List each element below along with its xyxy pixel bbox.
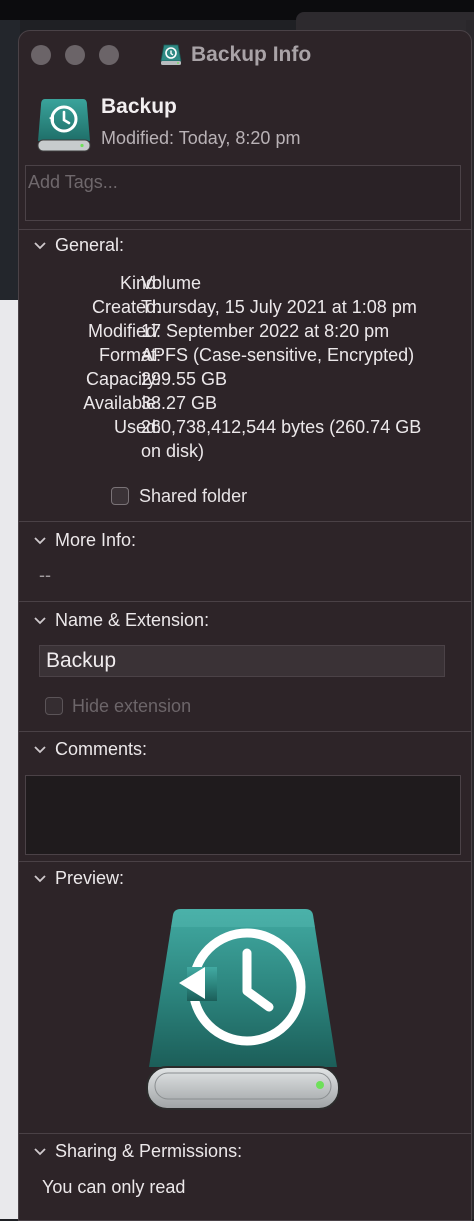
info-row-capacity: Capacity: 299.55 GB [19, 367, 471, 391]
time-machine-drive-icon [37, 99, 91, 152]
modified-summary: Modified: Today, 8:20 pm [101, 128, 301, 148]
preview-heading: Preview: [55, 868, 125, 888]
sharing-section-toggle[interactable]: Sharing & Permissions: [33, 1141, 242, 1162]
shared-folder-label: Shared folder [139, 486, 248, 506]
name-extension-heading: Name & Extension: [55, 610, 210, 630]
hide-extension-label: Hide extension [72, 696, 192, 716]
chevron-down-icon [34, 745, 46, 753]
section-divider [19, 601, 471, 602]
name-extension-section-toggle[interactable]: Name & Extension: [33, 610, 209, 631]
more-info-heading: More Info: [55, 530, 137, 550]
comments-field[interactable] [25, 775, 461, 855]
background-window-left [0, 20, 20, 300]
preview-section-toggle[interactable]: Preview: [33, 868, 124, 889]
zoom-button[interactable] [99, 45, 119, 65]
row-value: 38.27 GB [141, 393, 218, 413]
hide-extension-checkbox[interactable] [45, 697, 63, 715]
get-info-window: Backup Info Backup Modified: Today, 8:20… [18, 30, 472, 1221]
background-desktop-left [0, 300, 20, 1219]
close-button[interactable] [31, 45, 51, 65]
general-section-toggle[interactable]: General: [33, 235, 124, 256]
tags-field[interactable]: Add Tags... [25, 165, 461, 221]
window-title-text: Backup Info [191, 43, 312, 66]
info-row-created: Created: Thursday, 15 July 2021 at 1:08 … [19, 295, 471, 319]
row-value: APFS (Case-sensitive, Encrypted) [141, 345, 415, 365]
name-field[interactable] [39, 645, 445, 677]
section-divider [19, 1133, 471, 1134]
chevron-down-icon [34, 616, 46, 624]
comments-heading: Comments: [55, 739, 148, 759]
window-title: Backup Info [159, 41, 311, 69]
tags-placeholder: Add Tags... [28, 172, 118, 192]
more-info-section-toggle[interactable]: More Info: [33, 530, 136, 551]
info-row-format: Format: APFS (Case-sensitive, Encrypted) [19, 343, 471, 367]
time-machine-drive-icon [160, 44, 182, 65]
minimize-button[interactable] [65, 45, 85, 65]
row-value: 260,738,412,544 bytes (260.74 GB on disk… [141, 417, 422, 461]
row-value: 299.55 GB [141, 369, 228, 389]
info-row-used: Used: 260,738,412,544 bytes (260.74 GB o… [19, 415, 471, 463]
section-divider [19, 731, 471, 732]
title-bar[interactable]: Backup Info [19, 31, 471, 79]
section-divider [19, 229, 471, 230]
section-divider [19, 521, 471, 522]
chevron-down-icon [34, 1147, 46, 1155]
info-row-kind: Kind: Volume [19, 271, 471, 295]
more-info-value: -- [39, 565, 51, 585]
shared-folder-checkbox[interactable] [111, 487, 129, 505]
info-row-modified: Modified: 17 September 2022 at 8:20 pm [19, 319, 471, 343]
chevron-down-icon [34, 874, 46, 882]
sharing-heading: Sharing & Permissions: [55, 1141, 243, 1161]
permission-status: You can only read [42, 1177, 186, 1197]
info-row-available: Available: 38.27 GB [19, 391, 471, 415]
row-value: Thursday, 15 July 2021 at 1:08 pm [141, 297, 417, 317]
comments-section-toggle[interactable]: Comments: [33, 739, 147, 760]
general-heading: General: [55, 235, 125, 255]
file-name: Backup [101, 95, 177, 118]
row-value: 17 September 2022 at 8:20 pm [141, 321, 390, 341]
row-value: Volume [141, 273, 202, 293]
time-machine-drive-icon [146, 909, 340, 1110]
chevron-down-icon [34, 536, 46, 544]
chevron-down-icon [34, 241, 46, 249]
section-divider [19, 861, 471, 862]
